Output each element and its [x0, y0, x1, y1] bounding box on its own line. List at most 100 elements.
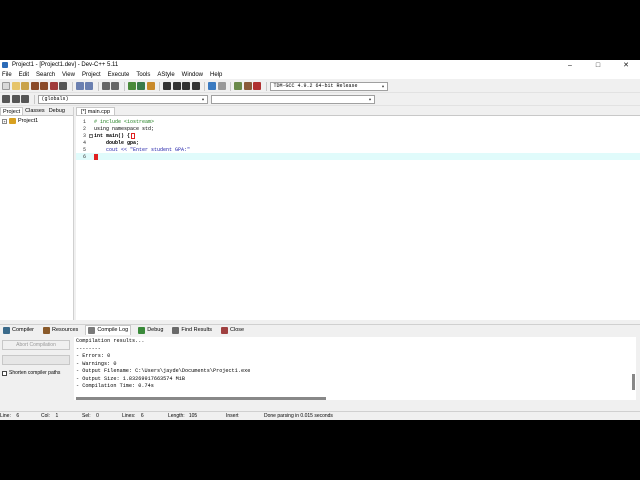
scope-select[interactable]: (globals) ▾: [37, 94, 208, 104]
rebuild-icon[interactable]: [191, 82, 200, 90]
redo-icon[interactable]: [85, 82, 93, 90]
tree-item-label: Project1: [18, 118, 39, 124]
bookmark-icon[interactable]: [146, 82, 155, 90]
check-syntax-icon[interactable]: [208, 82, 216, 90]
close-button[interactable]: ✕: [612, 60, 640, 70]
profile-icon[interactable]: [234, 82, 242, 90]
compiler-icon: [3, 326, 10, 334]
undo-icon[interactable]: [75, 82, 84, 90]
project-browser-tabs: Project Classes Debug: [0, 107, 73, 116]
log-line: Compilation results...: [76, 338, 145, 344]
tab-close[interactable]: Close: [219, 326, 246, 335]
menu-search[interactable]: Search: [36, 72, 55, 78]
tab-label: Debug: [147, 327, 164, 333]
close-file-icon[interactable]: [49, 82, 58, 90]
find-icon[interactable]: [101, 82, 110, 90]
goto-bookmark-icon[interactable]: [21, 95, 29, 103]
text-cursor: [94, 153, 98, 160]
fold-collapse-icon[interactable]: −: [89, 133, 93, 138]
print-icon[interactable]: [59, 82, 67, 90]
member-select[interactable]: ▾: [210, 94, 375, 104]
save-icon[interactable]: [30, 82, 39, 90]
abort-compilation-button[interactable]: Abort Compilation: [2, 340, 70, 350]
compiler-select[interactable]: TDM-GCC 4.9.2 64-bit Release ▾: [269, 81, 388, 91]
project-icon[interactable]: [21, 82, 29, 90]
chevron-down-icon: ▾: [381, 83, 385, 90]
line-number: 3: [82, 132, 86, 139]
toolbar-separator: [97, 81, 99, 91]
status-length: Length: 105: [168, 413, 198, 419]
tab-main-cpp[interactable]: [*] main.cpp: [76, 107, 116, 115]
tab-label: Close: [230, 327, 245, 333]
save-all-icon[interactable]: [40, 82, 48, 90]
code-area[interactable]: 1 # include <iostream> 2 using namespace…: [76, 118, 640, 160]
tab-debug[interactable]: Debug: [47, 107, 67, 115]
log-line: --------: [76, 345, 101, 352]
vertical-scrollbar[interactable]: [632, 374, 635, 390]
find-results-icon: [172, 326, 180, 334]
compile-run-icon[interactable]: [182, 82, 190, 90]
shorten-paths-checkbox[interactable]: Shorten compiler paths: [2, 370, 60, 376]
log-line: - Output Filename: C:\Users\jayde\Docume…: [76, 368, 251, 374]
project-folder-icon: [9, 118, 16, 124]
debug-check-icon: [138, 326, 146, 334]
minimize-button[interactable]: –: [556, 60, 584, 70]
tab-compiler[interactable]: Compiler: [1, 326, 36, 335]
log-line: - Output Size: 1.83269917663574 MiB: [76, 375, 185, 382]
debug-icon[interactable]: [243, 82, 252, 90]
menu-astyle[interactable]: AStyle: [157, 72, 174, 78]
run-icon[interactable]: [172, 82, 181, 90]
status-lines: Lines: 6: [122, 413, 144, 419]
main-toolbar: TDM-GCC 4.9.2 64-bit Release ▾: [0, 80, 640, 93]
code-text: # include <iostream>: [94, 118, 155, 125]
menu-project[interactable]: Project: [82, 72, 101, 78]
scope-select-value: (globals): [41, 96, 69, 102]
tab-find-results[interactable]: Find Results: [170, 326, 214, 335]
tab-label: Compile Log: [97, 327, 129, 333]
menu-edit[interactable]: Edit: [19, 72, 29, 78]
menu-file[interactable]: File: [2, 72, 12, 78]
replace-icon[interactable]: [111, 82, 119, 90]
menu-window[interactable]: Window: [182, 72, 203, 78]
tree-item-project1[interactable]: + Project1: [0, 116, 73, 126]
indent-icon[interactable]: [137, 82, 145, 90]
menu-view[interactable]: View: [62, 72, 75, 78]
expand-icon[interactable]: +: [2, 118, 7, 124]
compile-log-panel: Abort Compilation Shorten compiler paths…: [0, 335, 640, 402]
insert-icon[interactable]: [2, 95, 10, 103]
tab-project[interactable]: Project: [0, 107, 24, 115]
menu-help[interactable]: Help: [210, 72, 222, 78]
horizontal-scrollbar[interactable]: [76, 397, 326, 400]
compile-progress-bar: [2, 355, 70, 365]
compile-log-output[interactable]: Compilation results... -------- - Errors…: [74, 337, 636, 400]
goto-line-icon[interactable]: [127, 82, 136, 90]
title-bar: Project1 - [Project1.dev] - Dev-C++ 5.11…: [0, 60, 640, 70]
new-file-icon[interactable]: [2, 82, 10, 90]
stop-icon[interactable]: [217, 82, 226, 90]
tab-label: Resources: [52, 327, 79, 333]
compile-icon[interactable]: [163, 82, 171, 90]
checkbox-icon[interactable]: [2, 370, 7, 376]
code-line-current: 6: [76, 153, 640, 160]
line-number: 1: [82, 118, 86, 125]
open-icon[interactable]: [11, 82, 20, 90]
log-line: - Errors: 0: [76, 353, 111, 359]
tab-classes[interactable]: Classes: [23, 107, 47, 115]
chevron-down-icon: ▾: [201, 96, 205, 103]
delete-profile-icon[interactable]: [253, 82, 261, 90]
tab-debug-panel[interactable]: Debug: [136, 326, 165, 335]
dev-cpp-window: Project1 - [Project1.dev] - Dev-C++ 5.11…: [0, 60, 640, 420]
toolbar-separator: [159, 81, 160, 91]
log-line: - Warnings: 0: [76, 360, 117, 367]
menu-tools[interactable]: Tools: [136, 72, 150, 78]
letterbox-top: [0, 0, 640, 60]
toggle-bookmark-icon[interactable]: [11, 95, 20, 103]
tab-compile-log[interactable]: Compile Log: [85, 324, 132, 336]
maximize-button[interactable]: □: [584, 60, 612, 70]
toolbar-separator: [33, 94, 35, 104]
menu-execute[interactable]: Execute: [108, 72, 130, 78]
status-sel: Sel: 0: [82, 413, 99, 419]
tab-resources[interactable]: Resources: [41, 326, 80, 335]
toolbar-separator: [123, 81, 125, 91]
status-mode: Insert: [226, 413, 239, 419]
